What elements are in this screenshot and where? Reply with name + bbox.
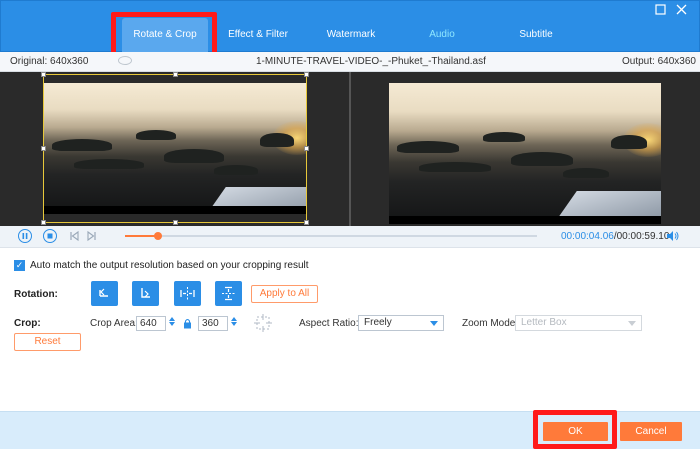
auto-match-checkbox[interactable]: ✓ [14, 260, 25, 271]
rotate-left-icon [99, 288, 108, 297]
next-frame-icon[interactable] [86, 230, 98, 245]
crop-handle-bl[interactable] [41, 220, 46, 225]
center-crop-icon[interactable] [253, 313, 273, 336]
file-name: 1-MINUTE-TRAVEL-VIDEO-_-Phuket_-Thailand… [256, 56, 486, 67]
progress-track[interactable] [125, 235, 537, 237]
maximize-icon[interactable] [655, 4, 667, 16]
time-display: 00:00:04.06/00:00:59.10 [561, 231, 670, 242]
aspect-ratio-label: Aspect Ratio: [299, 318, 359, 329]
reset-button[interactable]: Reset [14, 333, 81, 351]
tab-watermark[interactable]: Watermark [316, 18, 386, 52]
progress-thumb[interactable] [153, 232, 162, 240]
rotate-right-icon [141, 288, 150, 298]
cancel-button[interactable]: Cancel [620, 422, 682, 441]
pause-icon[interactable] [18, 229, 32, 243]
zoom-mode-select: Letter Box [515, 315, 642, 331]
preview-divider [349, 72, 351, 226]
crop-width-input[interactable]: 640 [136, 316, 166, 331]
crop-width-stepper[interactable] [167, 316, 177, 331]
chevron-down-icon [430, 321, 438, 326]
output-video-preview [389, 83, 661, 224]
auto-match-label: Auto match the output resolution based o… [30, 260, 309, 271]
chevron-down-icon [628, 321, 636, 326]
tab-effect-filter[interactable]: Effect & Filter [220, 18, 296, 52]
file-info-bar: Original: 640x360 1-MINUTE-TRAVEL-VIDEO-… [0, 52, 700, 72]
tab-audio[interactable]: Audio [414, 18, 470, 52]
crop-height-input[interactable]: 360 [198, 316, 228, 331]
rotate-right-button[interactable] [132, 281, 159, 306]
tab-subtitle[interactable]: Subtitle [508, 18, 564, 52]
prev-frame-icon[interactable] [68, 230, 80, 245]
rotation-label: Rotation: [14, 289, 58, 300]
crop-handle-tl[interactable] [41, 72, 46, 77]
flip-vertical-icon [222, 286, 235, 301]
close-icon[interactable] [676, 4, 688, 16]
auto-match-row[interactable]: ✓ Auto match the output resolution based… [14, 260, 309, 271]
eye-icon[interactable] [118, 56, 132, 65]
crop-handle-br[interactable] [304, 220, 309, 225]
lock-icon[interactable] [183, 318, 192, 332]
crop-handle-r[interactable] [304, 146, 309, 151]
crop-area-label: Crop Area: [90, 318, 138, 329]
ok-button[interactable]: OK [543, 422, 608, 441]
original-resolution: Original: 640x360 [10, 56, 89, 67]
flip-horizontal-button[interactable] [174, 281, 201, 306]
aspect-ratio-select[interactable]: Freely [358, 315, 444, 331]
volume-icon[interactable] [666, 230, 680, 245]
output-resolution: Output: 640x360 [622, 56, 696, 67]
crop-frame[interactable] [43, 74, 307, 223]
crop-height-stepper[interactable] [229, 316, 239, 331]
crop-handle-t[interactable] [173, 72, 178, 77]
crop-handle-tr[interactable] [304, 72, 309, 77]
flip-horizontal-icon [180, 287, 195, 300]
crop-handle-b[interactable] [173, 220, 178, 225]
rotate-left-button[interactable] [91, 281, 118, 306]
stop-icon[interactable] [43, 229, 57, 243]
crop-handle-l[interactable] [41, 146, 46, 151]
apply-to-all-button[interactable]: Apply to All [251, 285, 318, 303]
flip-vertical-button[interactable] [215, 281, 242, 306]
crop-label: Crop: [14, 318, 41, 329]
zoom-mode-label: Zoom Mode: [462, 318, 519, 329]
